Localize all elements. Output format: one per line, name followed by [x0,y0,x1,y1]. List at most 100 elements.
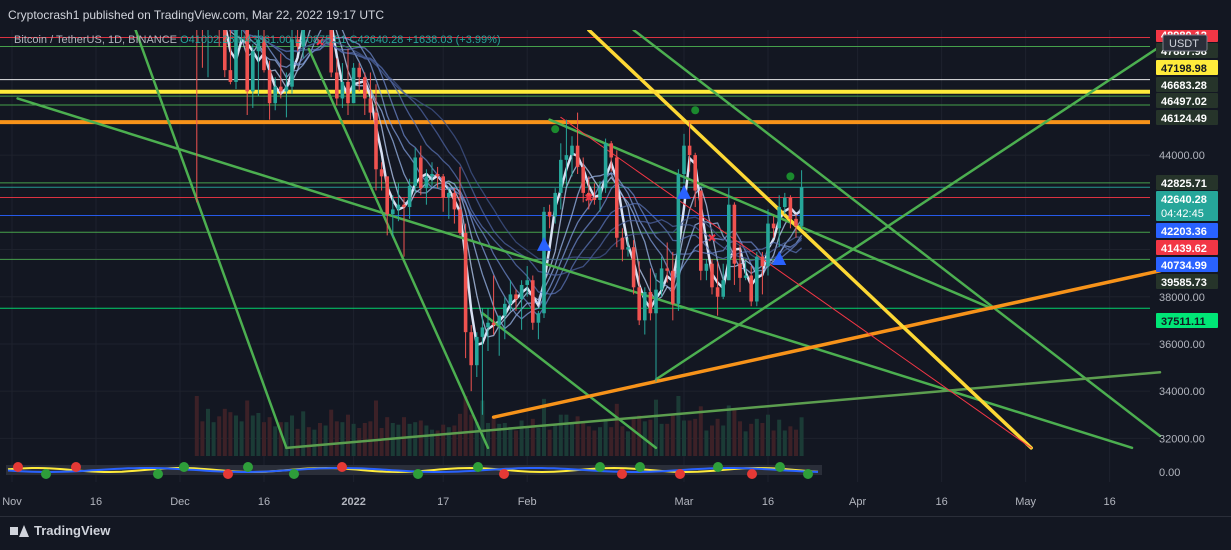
time-tick-label: 16 [90,496,102,508]
candle-body [542,211,546,314]
candle-body [626,247,630,250]
candle [351,63,356,104]
candle-body [519,284,524,300]
price-tag-label: 40734.99 [1161,260,1207,272]
volume-bar [682,420,686,456]
candle-body [559,159,563,193]
price-tag-label: 46497.02 [1161,96,1207,108]
candle-body [788,197,793,219]
price-level-tag[interactable]: 39585.73 [1156,274,1218,289]
oscillator-dot [413,469,423,479]
volume-bar [771,430,776,456]
volume-bar [430,429,434,456]
candle-body [335,72,339,99]
price-level-tag[interactable]: 47198.98 [1156,60,1218,75]
price-level-tag[interactable]: 42825.71 [1156,175,1218,190]
currency-tag[interactable]: USDT [1162,34,1208,52]
volume-bar [340,422,345,456]
volume-bar [301,411,306,456]
candle-body [430,174,434,177]
candle-body [497,315,501,326]
candle-body [385,176,389,215]
volume-bar [239,421,244,456]
price-level-tag[interactable]: 42640.28 04:42:45 [1156,191,1218,221]
candle-body [284,86,289,92]
volume-bar [362,423,367,456]
candle-body [738,263,742,278]
oscillator-dot [71,462,81,472]
volume-bar [262,422,266,456]
price-level-tag[interactable]: 46683.28 [1156,77,1218,92]
time-tick-label: Nov [2,496,22,508]
price-level-tag[interactable]: 46497.02 [1156,93,1218,108]
volume-bar [710,425,714,456]
volume-bar [536,428,541,456]
oscillator-dot [499,469,509,479]
header-bar: Cryptocrash1 published on TradingView.co… [0,0,1231,30]
candle-body [693,155,697,191]
candle-body [682,145,686,174]
candle-body [699,190,703,271]
volume-bar [715,418,720,456]
candle-body [671,270,675,304]
volume-bar [704,430,709,456]
volume-bar [519,420,524,456]
oscillator-dot [223,469,233,479]
candle-body [413,157,417,186]
volume-bar [413,422,418,456]
candle-body [654,289,658,314]
signal-dot [551,125,560,134]
volume-bar [234,415,238,456]
volume-bar [368,421,373,456]
legend-ohlc: O41002.26 H43361.00 L40875.51 C42640.28 [180,34,404,46]
candle-body [290,39,294,87]
candle-body [575,145,580,167]
time-tick-label: 16 [935,496,947,508]
volume-bar [228,412,233,456]
candle-body [732,204,737,264]
volume-bar [698,406,703,456]
volume-bar [553,425,558,456]
candle-body [727,204,731,281]
candle-body [710,263,714,288]
volume-bar [508,427,513,456]
candle-body [676,174,681,304]
volume-bar [766,414,770,456]
volume-bar [323,425,328,456]
volume-bar [396,424,401,456]
volume-bar [721,425,726,456]
oscillator-dot [675,469,685,479]
volume-bar [222,408,227,456]
candle-body [346,81,350,104]
candle-body [598,188,602,200]
price-level-tag[interactable]: 41439.62 [1156,240,1218,255]
candle-body [469,332,473,366]
candle-body [351,67,356,104]
volume-bar [418,420,423,456]
candle-body [379,169,384,177]
volume-bar [749,423,754,456]
candle-body [525,280,529,285]
oscillator-dot [617,469,627,479]
volume-bar [648,419,653,456]
price-chart[interactable]: 32000.0034000.0036000.0038000.0040000.00… [0,0,1231,516]
candle-body [771,223,776,229]
price-level-tag[interactable]: 37511.11 [1156,313,1218,328]
volume-bar [318,423,322,456]
candle-body [363,77,367,99]
price-level-tag[interactable]: 40734.99 [1156,257,1218,272]
candle [531,275,535,330]
tradingview-logo[interactable]: TradingView [10,523,110,538]
oscillator-dot [153,469,163,479]
volume-bar [374,400,378,456]
candle-body [424,176,429,189]
tradingview-logo-icon [10,524,29,537]
candle-body [637,287,641,321]
price-tag-label: 42640.28 [1161,194,1207,206]
volume-bar [525,427,530,456]
candle-body [396,204,401,210]
price-level-tag[interactable]: 42203.36 [1156,223,1218,238]
candle-body [273,86,277,104]
price-level-tag[interactable]: 46124.49 [1156,110,1218,125]
candle-body [374,112,378,170]
